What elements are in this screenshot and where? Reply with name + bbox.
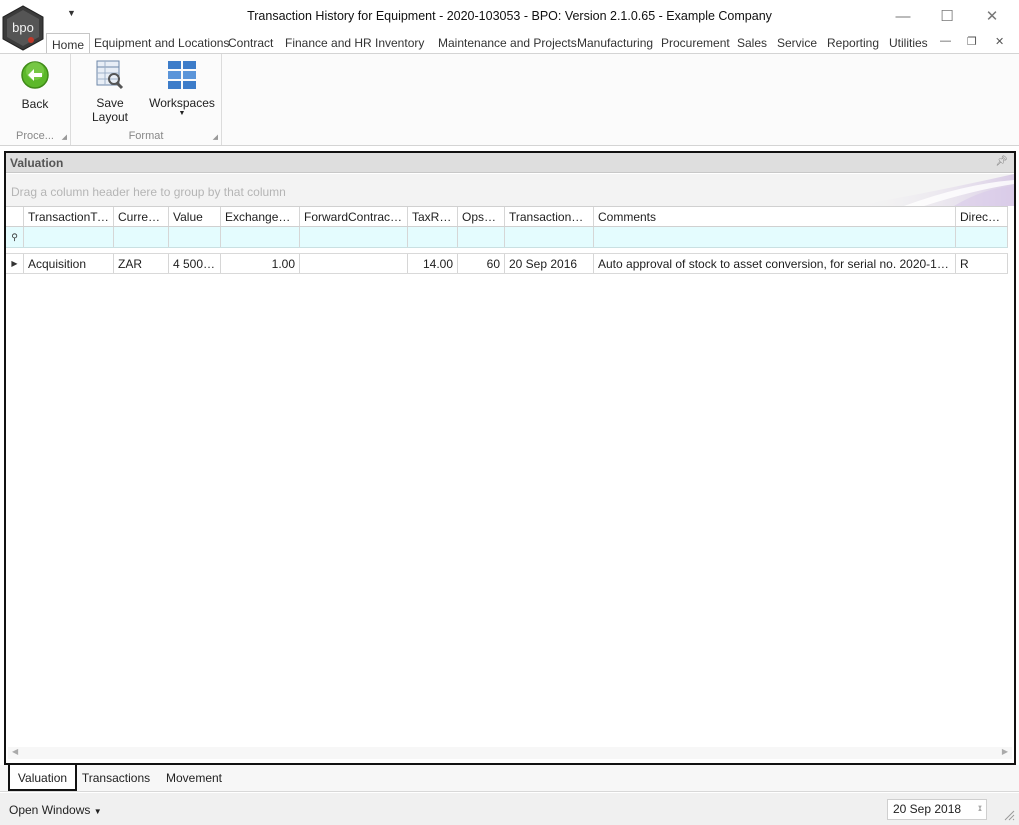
menu-bar: Home Equipment and Locations Contract Fi…: [0, 32, 1019, 55]
cell-direction[interactable]: R: [956, 254, 1008, 273]
mdi-restore-icon[interactable]: ❐: [967, 35, 977, 48]
column-header-direction[interactable]: Direction: [956, 207, 1008, 226]
group-expand-icon[interactable]: ◢: [62, 133, 67, 141]
filter-cell[interactable]: [221, 227, 300, 247]
workspaces-icon: [168, 61, 196, 89]
workspaces-dropdown-icon: ▼: [178, 110, 186, 117]
decorative-swoosh: [854, 174, 1014, 206]
workspaces-button[interactable]: Workspaces ▼: [149, 59, 215, 117]
cell-transactiontype[interactable]: Acquisition: [24, 254, 114, 273]
ribbon-group-label: Proce...: [16, 130, 54, 142]
filter-cell[interactable]: [169, 227, 221, 247]
tab-utilities[interactable]: Utilities: [889, 32, 928, 54]
valuation-panel: Valuation 📌︎ Drag a column header here t…: [4, 151, 1016, 765]
cell-exchangerate[interactable]: 1.00: [221, 254, 300, 273]
cell-taxrate[interactable]: 14.00: [408, 254, 458, 273]
filter-cell[interactable]: [114, 227, 169, 247]
open-windows-button[interactable]: Open Windows ▼: [9, 803, 102, 817]
column-header-opslife[interactable]: OpsLife: [458, 207, 505, 226]
ribbon-group-format: Save Layout Workspaces ▼ Format ◢: [71, 54, 222, 145]
chevron-down-icon: ▼: [93, 807, 102, 816]
tab-contract[interactable]: Contract: [228, 32, 273, 54]
logo-text: bpo: [12, 20, 34, 35]
back-arrow-icon: [21, 61, 49, 89]
panel-header: Valuation 📌︎: [6, 153, 1014, 173]
grid-header-row: TransactionType Currency Value ExchangeR…: [6, 206, 1008, 227]
tab-inventory[interactable]: Inventory: [375, 32, 424, 54]
panel-title: Valuation: [10, 156, 64, 170]
column-header-comments[interactable]: Comments: [594, 207, 956, 226]
mdi-close-icon[interactable]: ✕: [995, 35, 1004, 48]
save-layout-label: Save Layout: [91, 96, 129, 124]
maximize-button[interactable]: ☐: [925, 4, 969, 28]
filter-cell[interactable]: [505, 227, 594, 247]
tab-equipment-and-locations[interactable]: Equipment and Locations: [94, 32, 229, 54]
tab-sales[interactable]: Sales: [737, 32, 767, 54]
window-title: Transaction History for Equipment - 2020…: [247, 9, 772, 23]
status-bar: Open Windows ▼ 20 Sep 2018 ▲ ▼: [0, 793, 1019, 825]
cell-transactiondate[interactable]: 20 Sep 2016: [505, 254, 594, 273]
cell-comments[interactable]: Auto approval of stock to asset conversi…: [594, 254, 956, 273]
filter-cell[interactable]: [458, 227, 505, 247]
group-by-area[interactable]: Drag a column header here to group by th…: [6, 174, 1014, 206]
back-label: Back: [21, 97, 49, 111]
table-row[interactable]: ▶ Acquisition ZAR 4 500.00 1.00 14.00 60…: [6, 253, 1008, 274]
ribbon-group-label: Format: [128, 130, 164, 142]
horizontal-scrollbar[interactable]: ◀ ▶: [8, 747, 1012, 759]
save-layout-button[interactable]: Save Layout: [77, 59, 143, 124]
column-header-currency[interactable]: Currency: [114, 207, 169, 226]
column-header-taxrate[interactable]: TaxRate: [408, 207, 458, 226]
cell-opslife[interactable]: 60: [458, 254, 505, 273]
title-bar: bpo ▼ Transaction History for Equipment …: [0, 0, 1019, 51]
cell-forwardcontractno[interactable]: [300, 254, 408, 273]
filter-icon: ⚲: [6, 227, 24, 247]
filter-cell[interactable]: [408, 227, 458, 247]
save-layout-icon: [96, 60, 124, 90]
column-header-transactiontype[interactable]: TransactionType: [24, 207, 114, 226]
header-indicator: [6, 207, 24, 226]
column-header-value[interactable]: Value: [169, 207, 221, 226]
column-header-exchangerate[interactable]: ExchangeRate: [221, 207, 300, 226]
tab-valuation[interactable]: Valuation: [8, 765, 77, 791]
tab-finance-and-hr[interactable]: Finance and HR: [285, 32, 372, 54]
ribbon-group-process: Back Proce... ◢: [0, 54, 71, 145]
bpo-logo[interactable]: bpo: [1, 5, 45, 51]
minimize-button[interactable]: —: [881, 4, 925, 28]
tab-home[interactable]: Home: [46, 33, 91, 55]
back-button[interactable]: Back: [6, 60, 64, 111]
group-by-hint: Drag a column header here to group by th…: [11, 185, 286, 199]
column-header-transactiondate[interactable]: TransactionDate: [505, 207, 594, 226]
spin-down-icon[interactable]: ▼: [977, 799, 983, 818]
tab-procurement[interactable]: Procurement: [661, 32, 730, 54]
group-expand-icon[interactable]: ◢: [213, 133, 218, 141]
open-windows-label: Open Windows: [9, 803, 91, 817]
auto-filter-row: ⚲: [6, 227, 1008, 248]
filter-cell[interactable]: [594, 227, 956, 247]
close-button[interactable]: ✕: [970, 4, 1014, 28]
scroll-right-icon[interactable]: ▶: [1002, 747, 1008, 756]
cell-currency[interactable]: ZAR: [114, 254, 169, 273]
column-header-forwardcontractno[interactable]: ForwardContractNo: [300, 207, 408, 226]
pin-icon[interactable]: 📌︎: [995, 156, 1008, 167]
resize-grip-icon[interactable]: [1003, 809, 1015, 821]
cell-value[interactable]: 4 500.00: [169, 254, 221, 273]
ribbon: Back Proce... ◢ Save Layout Workspaces ▼…: [0, 53, 1019, 146]
date-value: 20 Sep 2018: [893, 802, 962, 816]
tab-manufacturing[interactable]: Manufacturing: [577, 32, 653, 54]
tab-service[interactable]: Service: [777, 32, 817, 54]
scroll-left-icon[interactable]: ◀: [12, 747, 18, 756]
tab-reporting[interactable]: Reporting: [827, 32, 879, 54]
mdi-minimize-icon[interactable]: —: [940, 35, 951, 47]
tab-transactions[interactable]: Transactions: [80, 765, 152, 791]
tab-movement[interactable]: Movement: [162, 765, 226, 791]
row-indicator-icon: ▶: [6, 254, 24, 273]
filter-cell[interactable]: [956, 227, 1008, 247]
date-field[interactable]: 20 Sep 2018 ▲ ▼: [887, 799, 987, 820]
workspaces-label: Workspaces: [149, 96, 215, 110]
filter-cell[interactable]: [24, 227, 114, 247]
filter-cell[interactable]: [300, 227, 408, 247]
tab-maintenance-and-projects[interactable]: Maintenance and Projects: [438, 32, 577, 54]
bottom-tab-strip: Valuation Transactions Movement: [0, 765, 1019, 792]
